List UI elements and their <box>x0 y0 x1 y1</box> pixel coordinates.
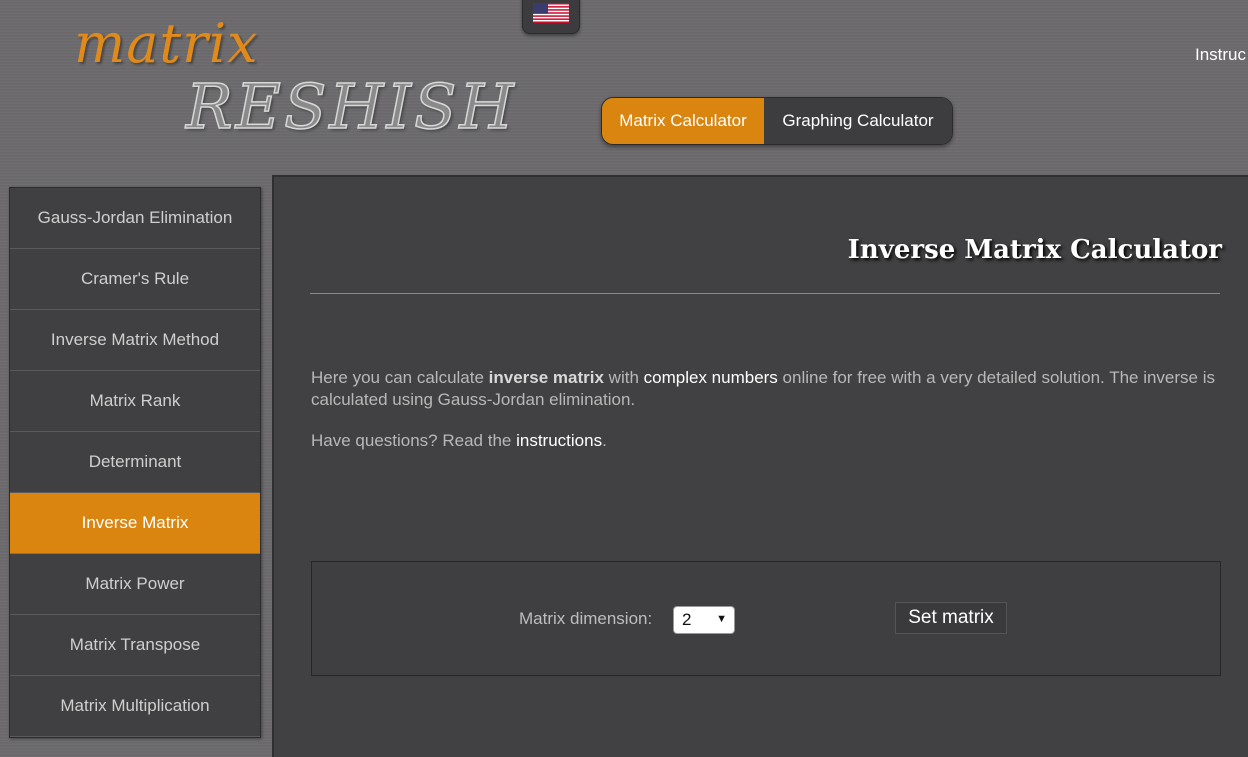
sidebar-item-inverse-matrix-method[interactable]: Inverse Matrix Method <box>10 310 260 371</box>
intro-bold-inverse-matrix: inverse matrix <box>488 368 604 387</box>
matrix-settings-box: Matrix dimension: 2 ▼ Set matrix <box>311 561 1221 676</box>
instructions-inline-link[interactable]: instructions <box>516 431 602 450</box>
set-matrix-button[interactable]: Set matrix <box>895 602 1007 634</box>
matrix-dimension-label: Matrix dimension: <box>519 609 653 628</box>
logo-reshish-text[interactable]: RESHISH <box>185 69 517 144</box>
matrix-dimension-select[interactable]: 2 ▼ <box>673 606 735 634</box>
questions-paragraph: Have questions? Read the instructions. <box>311 430 1221 452</box>
matrix-calculator-tab[interactable]: Matrix Calculator <box>602 98 764 144</box>
sidebar-item-inverse-matrix[interactable]: Inverse Matrix <box>10 493 260 554</box>
language-selector[interactable] <box>522 0 580 34</box>
sidebar-item-matrix-rank[interactable]: Matrix Rank <box>10 371 260 432</box>
calculator-switch: Matrix Calculator Graphing Calculator <box>601 97 953 145</box>
intro-text-a: Here you can calculate <box>311 368 489 387</box>
sidebar-item-matrix-power[interactable]: Matrix Power <box>10 554 260 615</box>
intro-paragraph: Here you can calculate inverse matrix wi… <box>311 367 1221 411</box>
page-title: Inverse Matrix Calculator <box>847 235 1222 265</box>
sidebar-item-determinant[interactable]: Determinant <box>10 432 260 493</box>
main-panel: Inverse Matrix Calculator Here you can c… <box>272 175 1248 757</box>
sidebar-item-cramers-rule[interactable]: Cramer's Rule <box>10 249 260 310</box>
us-flag-icon <box>533 3 569 23</box>
complex-numbers-link[interactable]: complex numbers <box>644 368 778 387</box>
instructions-link[interactable]: Instruc <box>1195 45 1246 65</box>
matrix-dimension-value: 2 <box>682 610 692 629</box>
sidebar-item-gauss-jordan[interactable]: Gauss-Jordan Elimination <box>10 188 260 249</box>
intro-text-b: with <box>603 368 644 387</box>
graphing-calculator-tab[interactable]: Graphing Calculator <box>764 98 952 144</box>
sidebar-item-matrix-multiplication[interactable]: Matrix Multiplication <box>10 676 260 737</box>
sidebar-menu: Gauss-Jordan Elimination Cramer's Rule I… <box>9 187 261 738</box>
questions-period: . <box>602 431 607 450</box>
logo-matrix-text[interactable]: matrix <box>74 12 259 75</box>
sidebar-item-matrix-transpose[interactable]: Matrix Transpose <box>10 615 260 676</box>
intro-text: Here you can calculate inverse matrix wi… <box>311 367 1221 452</box>
questions-text: Have questions? Read the <box>311 431 517 450</box>
chevron-down-icon: ▼ <box>716 613 727 625</box>
title-divider <box>310 293 1220 294</box>
